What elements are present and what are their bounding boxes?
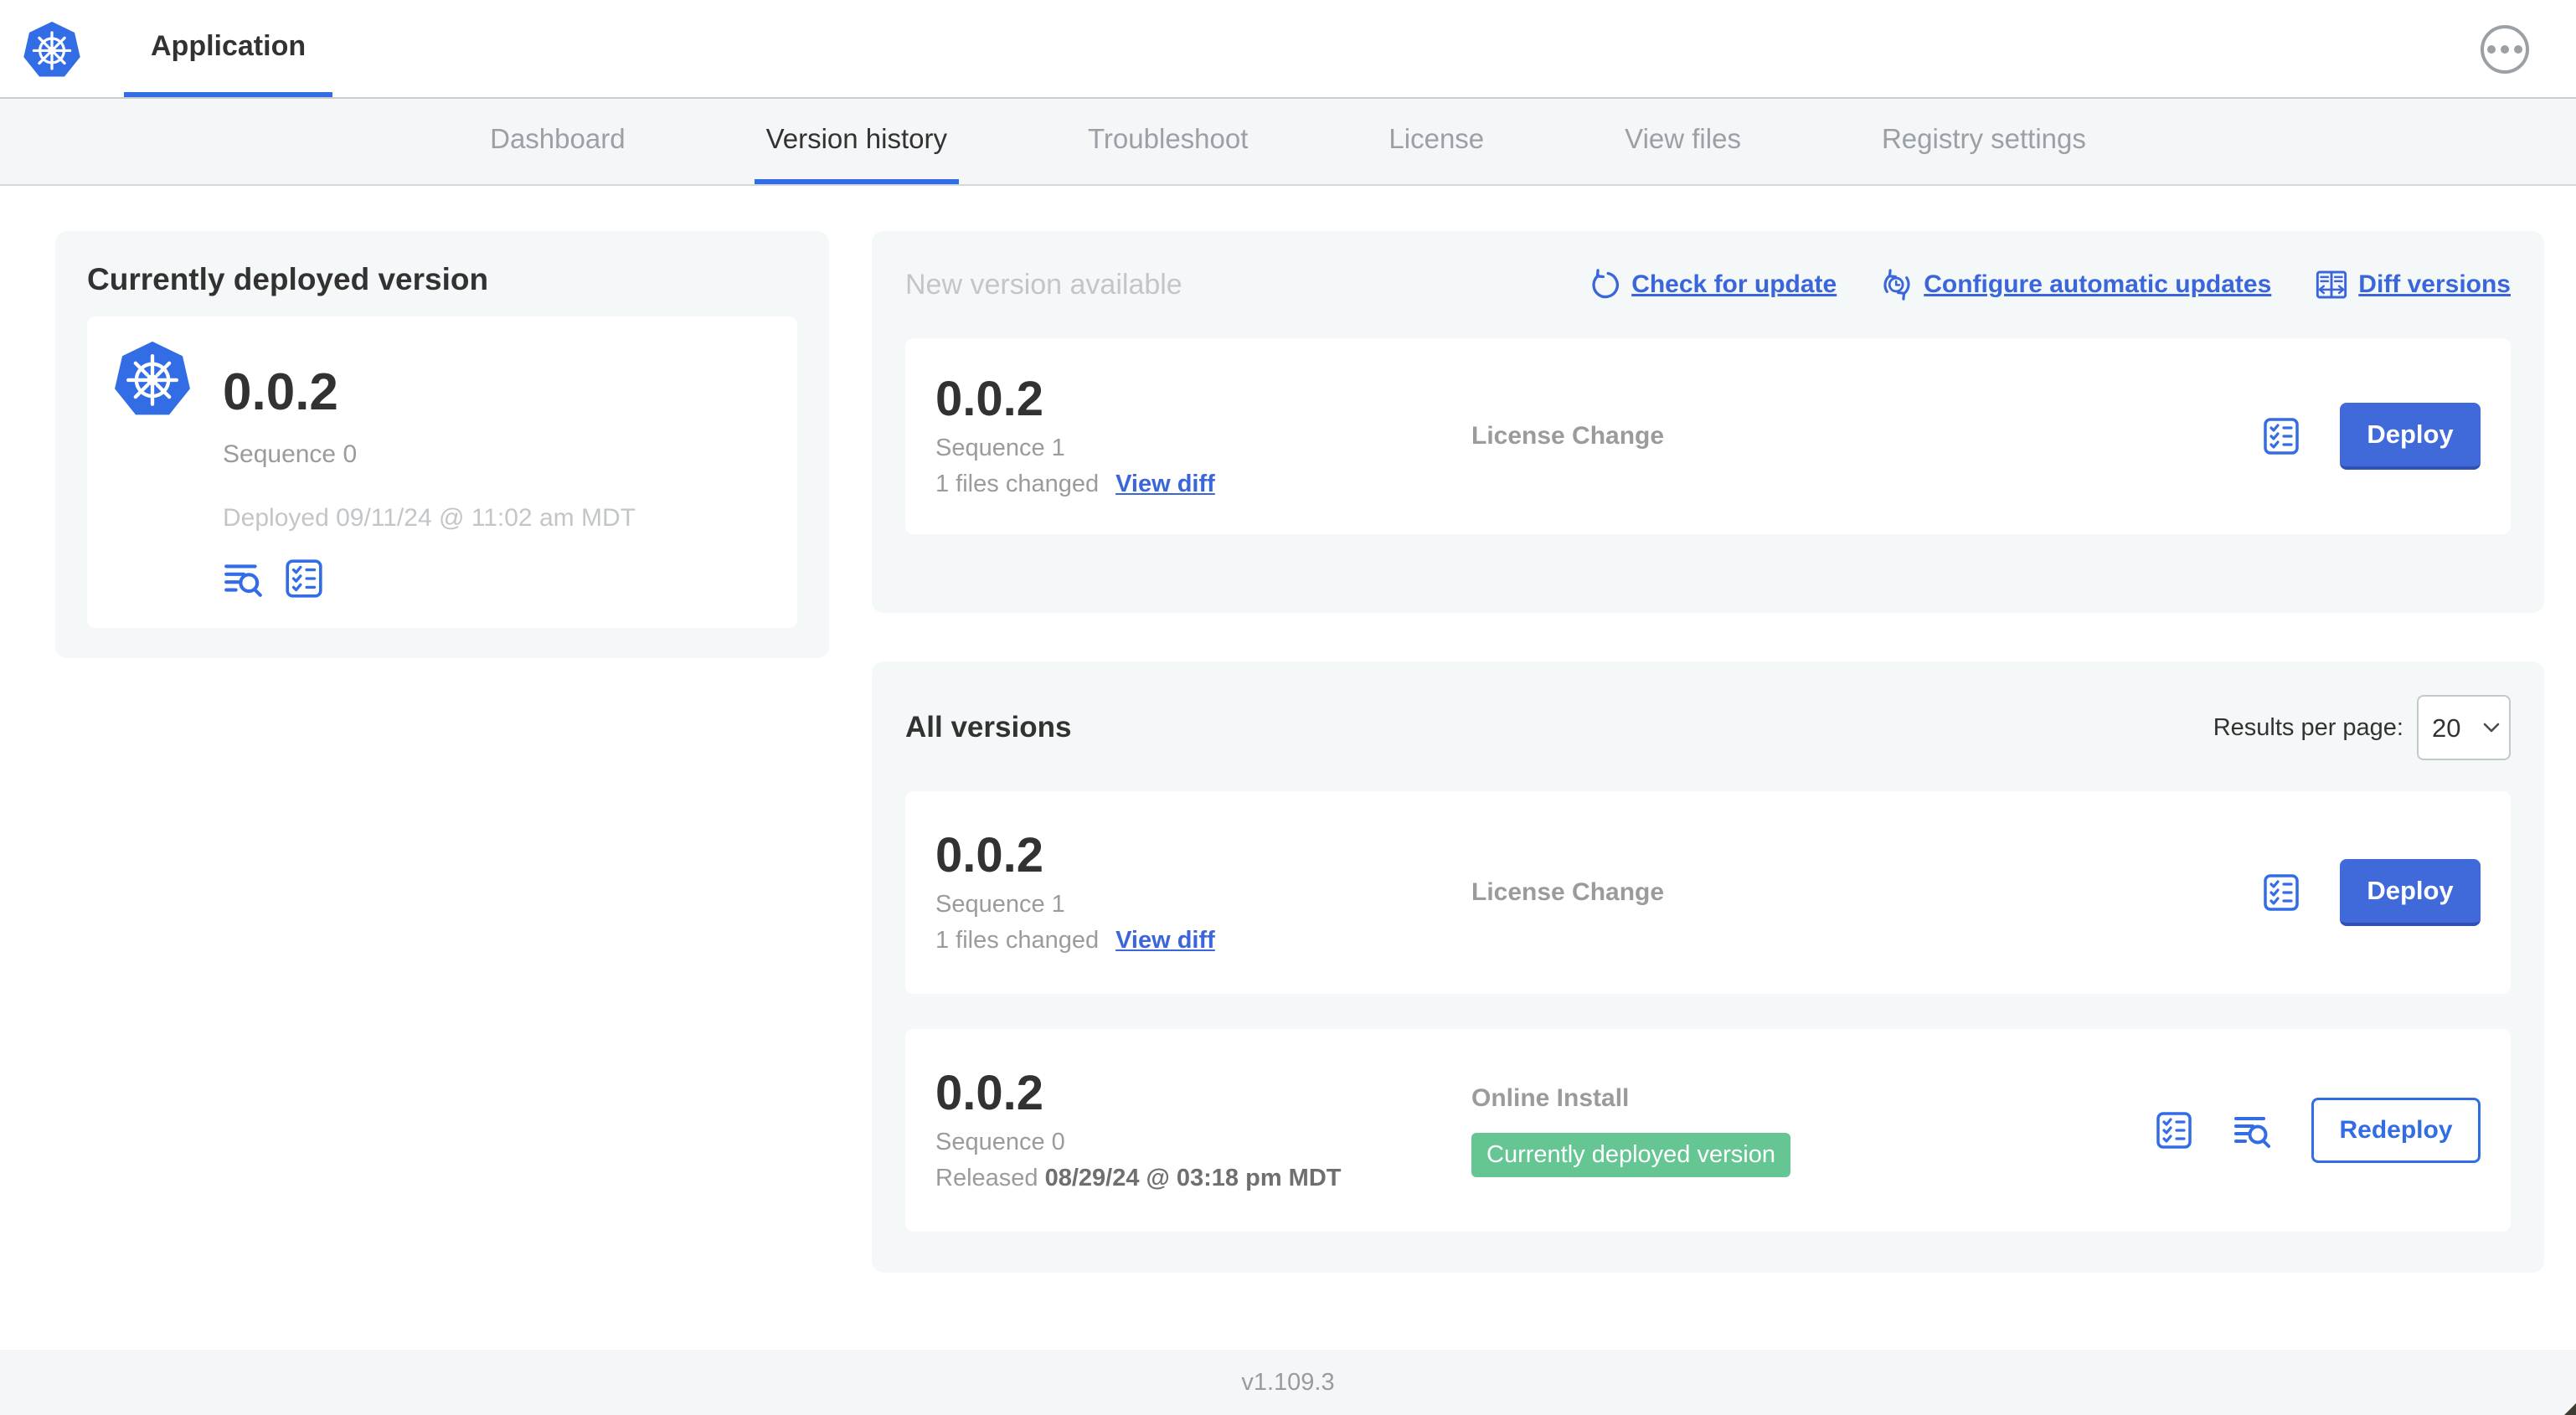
version-label: 0.0.2	[935, 1065, 1043, 1120]
tab-registry-settings[interactable]: Registry settings	[1870, 99, 2098, 184]
kubernetes-logo-icon	[22, 19, 82, 80]
overflow-menu-button[interactable]	[2481, 25, 2529, 74]
results-per-page-select[interactable]: 20	[2417, 695, 2511, 760]
new-version-title: New version available	[905, 268, 1182, 301]
view-diff-link[interactable]: View diff	[1115, 471, 1215, 498]
view-logs-icon[interactable]	[223, 558, 265, 599]
version-row: 0.0.2 Sequence 1 1 files changed View di…	[905, 791, 2511, 994]
check-for-update-link[interactable]: Check for update	[1588, 268, 1837, 301]
diff-icon	[2316, 270, 2347, 299]
view-diff-link[interactable]: View diff	[1115, 927, 1215, 954]
new-version-panel: New version available Check for update C…	[872, 231, 2544, 613]
console-footer: v1.109.3	[0, 1350, 2576, 1415]
view-logs-icon[interactable]	[2233, 1110, 2273, 1150]
all-versions-title: All versions	[905, 711, 1072, 744]
new-version-card: 0.0.2 Sequence 1 1 files changed View di…	[905, 338, 2511, 534]
preflight-checks-icon[interactable]	[2261, 416, 2301, 456]
currently-deployed-card: 0.0.2 Sequence 0 Deployed 09/11/24 @ 11:…	[87, 316, 797, 629]
diff-versions-link[interactable]: Diff versions	[2315, 268, 2511, 301]
version-row: 0.0.2 Sequence 0 Released 08/29/24 @ 03:…	[905, 1029, 2511, 1232]
files-changed-label: 1 files changed	[935, 927, 1100, 954]
ellipsis-icon	[2487, 45, 2496, 54]
app-header: Application	[0, 0, 2576, 99]
preflight-checks-icon[interactable]	[283, 558, 325, 599]
cursor-artifact	[2564, 1403, 2576, 1415]
version-source-label: License Change	[1471, 422, 1665, 450]
configure-automatic-updates-link[interactable]: Configure automatic updates	[1880, 268, 2271, 301]
sequence-label: Sequence 1	[935, 891, 1065, 918]
tab-troubleshoot[interactable]: Troubleshoot	[1076, 99, 1260, 184]
schedule-update-icon	[1883, 269, 1910, 301]
released-timestamp: Released 08/29/24 @ 03:18 pm MDT	[935, 1165, 1342, 1192]
sequence-label: Sequence 0	[935, 1129, 1065, 1156]
currently-deployed-badge: Currently deployed version	[1471, 1132, 1790, 1177]
deploy-button[interactable]: Deploy	[2340, 859, 2481, 926]
console-nav: Dashboard Version history Troubleshoot L…	[0, 99, 2576, 186]
app-tab[interactable]: Application	[124, 0, 333, 97]
redeploy-button[interactable]: Redeploy	[2311, 1098, 2481, 1163]
tab-view-files[interactable]: View files	[1613, 99, 1753, 184]
tab-license[interactable]: License	[1377, 99, 1496, 184]
deployed-timestamp: Deployed 09/11/24 @ 11:02 am MDT	[223, 504, 636, 533]
currently-deployed-title: Currently deployed version	[87, 262, 489, 296]
app-tab-label: Application	[151, 29, 307, 62]
version-source-label: Online Install	[1471, 1083, 1630, 1112]
version-source-label: License Change	[1471, 878, 1665, 906]
kubernetes-logo-icon	[112, 338, 193, 419]
preflight-checks-icon[interactable]	[2261, 872, 2301, 913]
results-per-page-label: Results per page:	[2213, 713, 2403, 741]
deployed-sequence-label: Sequence 0	[223, 440, 358, 469]
preflight-checks-icon[interactable]	[2154, 1110, 2194, 1150]
deployed-version-label: 0.0.2	[223, 363, 338, 422]
all-versions-panel: All versions Results per page: 20 0.0.2 …	[872, 661, 2544, 1273]
refresh-icon	[1592, 269, 1620, 299]
console-version-label: v1.109.3	[1241, 1368, 1335, 1396]
version-label: 0.0.2	[935, 371, 1043, 426]
files-changed-label: 1 files changed	[935, 471, 1100, 498]
version-history-content: Currently deployed version 0.0.2 Sequenc…	[0, 186, 2576, 1350]
deploy-button[interactable]: Deploy	[2340, 403, 2481, 470]
tab-dashboard[interactable]: Dashboard	[478, 99, 636, 184]
sequence-label: Sequence 1	[935, 435, 1065, 462]
tab-version-history[interactable]: Version history	[754, 99, 959, 184]
version-label: 0.0.2	[935, 827, 1043, 882]
admin-console-page: Application Dashboard Version history Tr…	[0, 0, 2576, 1415]
currently-deployed-panel: Currently deployed version 0.0.2 Sequenc…	[55, 231, 829, 658]
